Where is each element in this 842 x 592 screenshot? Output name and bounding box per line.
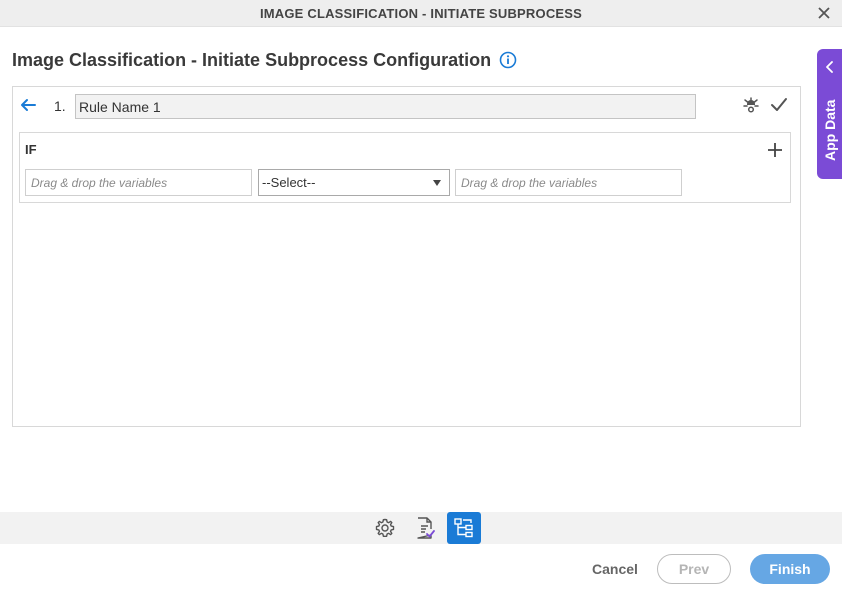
window-title: IMAGE CLASSIFICATION - INITIATE SUBPROCE… (259, 6, 583, 21)
info-icon[interactable] (499, 51, 517, 69)
back-arrow-icon[interactable] (19, 96, 37, 114)
right-variable-dropzone[interactable]: Drag & drop the variables (455, 169, 682, 196)
left-variable-dropzone[interactable]: Drag & drop the variables (25, 169, 252, 196)
app-data-label: App Data (822, 99, 838, 161)
operator-select[interactable]: --Select-- (258, 169, 450, 196)
rules-tree-icon (454, 518, 473, 538)
rule-panel: 1. IF Drag & drop the variables --Select… (12, 86, 801, 427)
debug-icon[interactable] (741, 95, 761, 115)
app-data-tab[interactable]: App Data (817, 49, 842, 179)
settings-icon (375, 518, 395, 537)
page-title: Image Classification - Initiate Subproce… (12, 49, 492, 70)
close-icon[interactable] (816, 5, 832, 21)
if-condition-block: IF Drag & drop the variables --Select-- … (19, 132, 791, 203)
add-condition-icon[interactable] (766, 141, 784, 159)
page-heading: Image Classification - Initiate Subproce… (12, 48, 517, 72)
finish-button[interactable]: Finish (750, 554, 830, 584)
rules-button[interactable] (447, 512, 481, 544)
operator-selected-value: --Select-- (262, 175, 316, 190)
bottom-toolbar (0, 512, 842, 544)
check-icon[interactable] (769, 95, 789, 115)
settings-button[interactable] (368, 512, 402, 544)
if-label: IF (25, 142, 37, 157)
form-check-icon (417, 517, 435, 539)
dropdown-caret-icon (433, 180, 441, 186)
cancel-button[interactable]: Cancel (588, 554, 642, 584)
prev-button[interactable]: Prev (657, 554, 731, 584)
title-bar: IMAGE CLASSIFICATION - INITIATE SUBPROCE… (0, 0, 842, 27)
chevron-left-icon (826, 61, 833, 73)
rule-name-input[interactable] (75, 94, 696, 119)
form-check-button[interactable] (408, 512, 442, 544)
rule-number: 1. (54, 98, 66, 114)
